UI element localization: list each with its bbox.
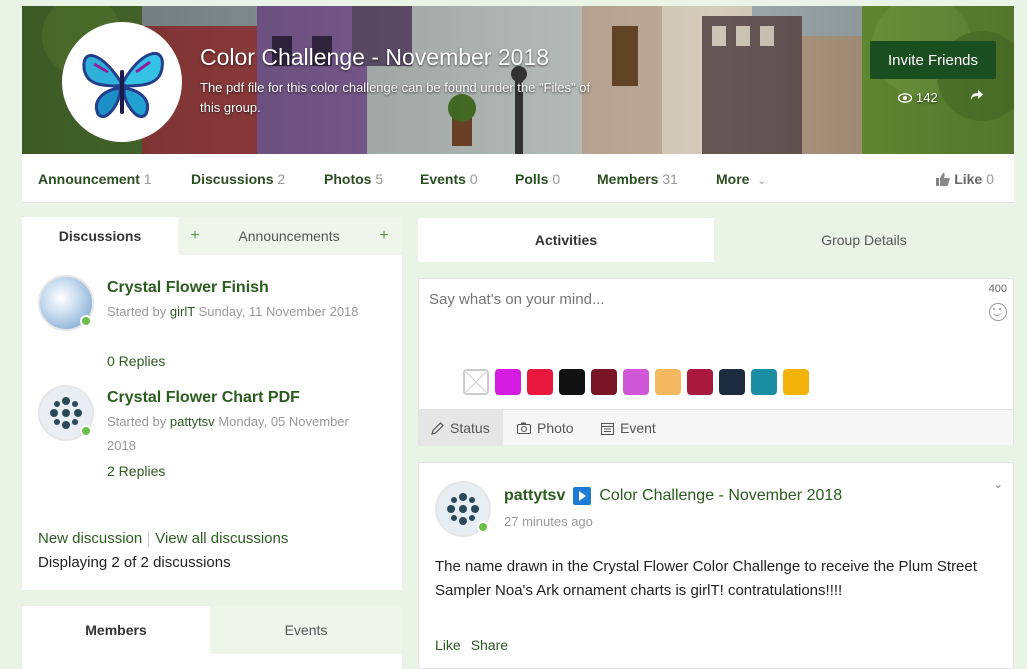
calendar-icon [601,422,614,435]
tab-discussions[interactable]: Discussions 2 [191,171,285,187]
tab-panel-discussions[interactable]: Discussions [22,217,178,255]
discussion-author-link[interactable]: girlT [170,304,195,319]
color-swatch[interactable] [527,369,553,395]
tab-panel-announcements[interactable]: Announcements [212,217,366,255]
online-status-dot [477,521,489,533]
group-tab-bar: Announcement 1 Discussions 2 Photos 5 Ev… [22,154,1014,203]
tab-members[interactable]: Members 31 [597,171,678,187]
discussion-meta: Started by girlT Sunday, 11 November 201… [107,304,359,319]
status-input[interactable] [429,291,969,308]
camera-icon [517,422,531,434]
tab-activities[interactable]: Activities [418,218,714,262]
background-color-swatches [463,369,809,395]
discussion-title[interactable]: Crystal Flower Chart PDF [107,389,300,407]
tab-events[interactable]: Events 0 [420,171,478,187]
color-swatch[interactable] [751,369,777,395]
tab-panel-members[interactable]: Members [22,606,210,654]
color-swatch[interactable] [591,369,617,395]
composer-toolbar: Status Photo Event [419,409,1013,446]
post-timestamp[interactable]: 27 minutes ago [504,514,593,529]
share-post-link[interactable]: Share [471,637,508,653]
discussion-links: New discussion View all discussions [38,530,288,548]
color-swatch[interactable] [655,369,681,395]
color-swatch[interactable] [783,369,809,395]
pencil-icon [431,421,444,435]
add-discussion-button[interactable]: + [178,217,212,255]
activity-post: pattytsv Color Challenge - November 2018… [418,462,1014,669]
tab-announcement[interactable]: Announcement 1 [38,171,152,187]
discussions-panel: Discussions + Announcements + Crystal Fl… [22,217,402,590]
avatar[interactable] [38,275,94,331]
emoji-icon[interactable] [989,303,1007,321]
post-author-link[interactable]: pattytsv [504,487,565,505]
no-background-swatch[interactable] [463,369,489,395]
discussions-count-text: Displaying 2 of 2 discussions [38,554,231,571]
post-group-link[interactable]: Color Challenge - November 2018 [599,487,842,505]
link-divider [148,531,150,548]
list-item: Crystal Flower Finish Started by girlT S… [38,275,388,375]
tab-more[interactable]: More ⌄ [716,171,766,187]
plus-icon: + [379,227,389,244]
color-swatch[interactable] [495,369,521,395]
share-icon[interactable] [970,88,984,104]
group-description: The pdf file for this color challenge ca… [200,80,591,115]
post-actions: Like Share [435,637,508,653]
avatar[interactable] [38,385,94,441]
post-body: The name drawn in the Crystal Flower Col… [435,558,977,599]
invite-friends-button[interactable]: Invite Friends [870,41,996,79]
activity-tab-row: Activities Group Details [418,218,1014,262]
views-count: 142 [916,90,938,105]
discussions-tab-row: Discussions + Announcements + [22,217,402,255]
views-counter: 142 [898,90,938,105]
color-swatch[interactable] [687,369,713,395]
tab-panel-events[interactable]: Events [210,606,402,654]
new-discussion-link[interactable]: New discussion [38,530,142,547]
online-status-dot [80,425,92,437]
event-button[interactable]: Event [601,410,656,446]
discussion-replies[interactable]: 2 Replies [107,463,165,479]
avatar[interactable] [435,481,491,537]
eye-icon [898,92,912,103]
like-post-link[interactable]: Like [435,637,461,653]
butterfly-icon [82,51,164,118]
group-title: Color Challenge - November 2018 [200,44,550,70]
group-cover: Color Challenge - November 2018 The pdf … [22,6,1014,154]
add-announcement-button[interactable]: + [366,217,402,255]
tab-photos[interactable]: Photos 5 [324,171,383,187]
discussion-meta: Started by pattytsv Monday, 05 November … [107,414,349,453]
like-group-button[interactable]: Like 0 [936,171,994,187]
post-header: pattytsv Color Challenge - November 2018 [504,487,842,505]
group-avatar[interactable] [62,22,182,142]
color-swatch[interactable] [623,369,649,395]
status-button[interactable]: Status [419,410,503,446]
color-swatch[interactable] [559,369,585,395]
online-status-dot [80,315,92,327]
discussion-title[interactable]: Crystal Flower Finish [107,279,269,297]
chevron-down-icon: ⌄ [757,176,766,187]
plus-icon: + [190,227,200,244]
list-item: Crystal Flower Chart PDF Started by patt… [38,385,388,485]
color-swatch[interactable] [719,369,745,395]
chevron-down-icon[interactable]: ⌄ [993,477,1003,491]
members-panel: Members Events [22,606,402,669]
discussion-replies[interactable]: 0 Replies [107,353,165,369]
play-icon [573,487,592,505]
photo-button[interactable]: Photo [517,410,574,446]
tab-polls[interactable]: Polls 0 [515,171,560,187]
thumbs-up-icon [936,172,951,186]
tab-group-details[interactable]: Group Details [714,218,1014,262]
status-composer: 400 Status Photo Event [418,278,1014,446]
view-all-discussions-link[interactable]: View all discussions [155,530,288,547]
discussion-author-link[interactable]: pattytsv [170,414,215,429]
character-count: 400 [988,283,1007,295]
